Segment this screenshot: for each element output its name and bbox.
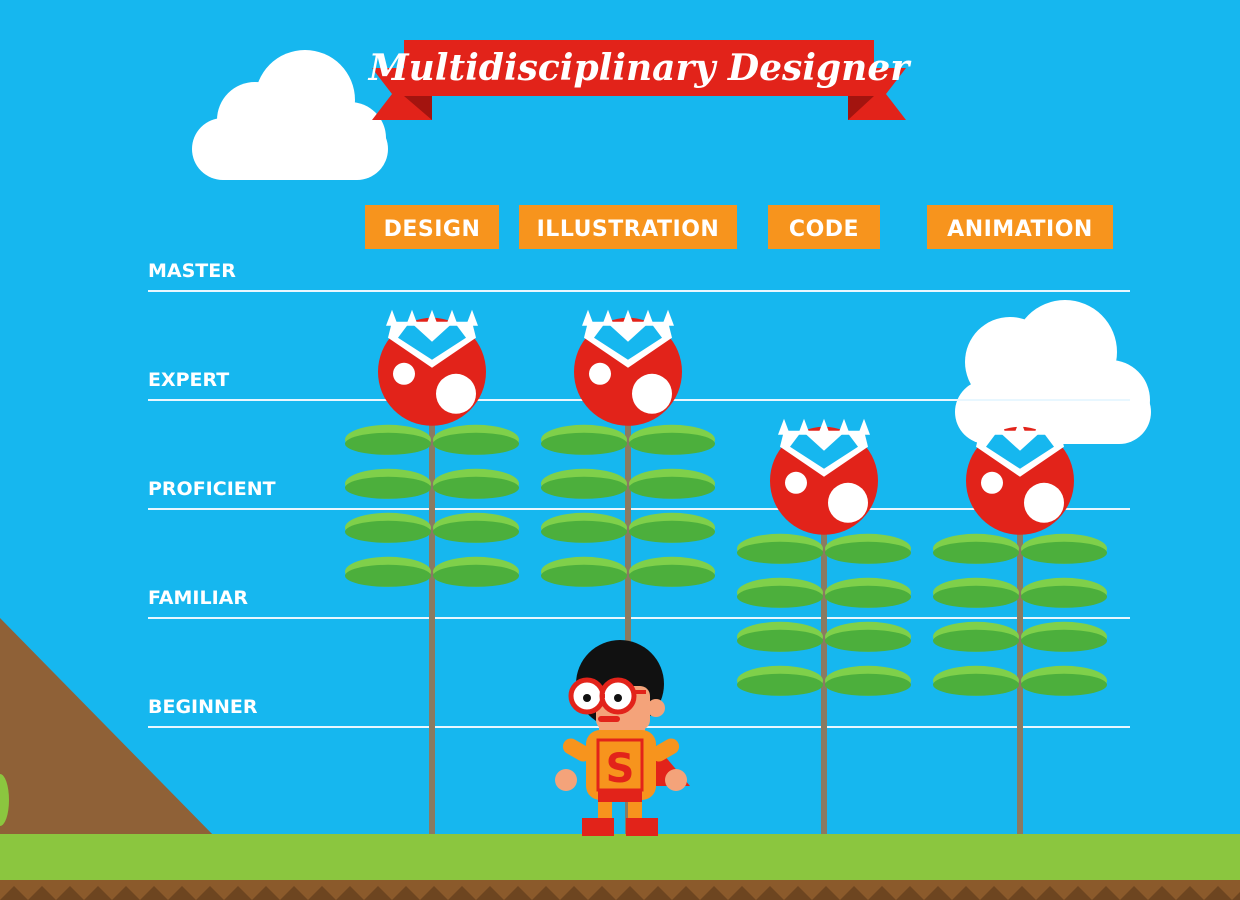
plant-leaf-shade: [1021, 585, 1107, 608]
plant-tooth: [858, 418, 870, 435]
cloud-right: [955, 300, 1151, 444]
plant-animation: [933, 418, 1107, 834]
plant-leaf-shade: [541, 432, 627, 455]
plant-leaf-shade: [1021, 541, 1107, 564]
level-label-beginner: BEGINNER: [148, 696, 258, 718]
category-label: CODE: [789, 217, 859, 242]
plant-head: [966, 418, 1074, 535]
title-banner: Multidisciplinary Designer: [367, 40, 912, 120]
plant-leaf-shade: [737, 673, 823, 696]
plant-leaf-shade: [933, 585, 1019, 608]
plant-spot: [1024, 482, 1064, 523]
hero-character: S: [555, 640, 690, 836]
plant-leaf-shade: [345, 432, 431, 455]
hero-boot-left: [582, 818, 614, 836]
plant-code: [737, 418, 911, 834]
plant-spot: [632, 373, 672, 414]
plant-leaf-shade: [433, 564, 519, 587]
grass: [0, 834, 1240, 880]
plant-tooth: [818, 418, 830, 435]
plant-leaf-shade: [433, 520, 519, 543]
hero-emblem-letter: S: [606, 746, 635, 792]
plant-spot: [785, 471, 807, 494]
level-label-master: MASTER: [148, 260, 236, 282]
level-label-proficient: PROFICIENT: [148, 478, 276, 500]
plant-tooth: [622, 309, 634, 326]
cloud-top-left: [192, 50, 388, 180]
plant-tooth: [406, 309, 418, 326]
category-label: DESIGN: [384, 217, 481, 242]
plant-leaf-shade: [629, 476, 715, 499]
plant-tooth: [582, 309, 594, 326]
plant-tooth: [838, 418, 850, 435]
plant-leaf-shade: [345, 564, 431, 587]
plant-leaf-shade: [541, 564, 627, 587]
chart-title: Multidisciplinary Designer: [367, 47, 912, 89]
plant-head: [770, 418, 878, 535]
plant-tooth: [466, 309, 478, 326]
hero-boot-right: [626, 818, 658, 836]
plant-leaf-shade: [825, 541, 911, 564]
plant-leaf-shade: [345, 476, 431, 499]
plant-leaf-shade: [433, 476, 519, 499]
category-label: ILLUSTRATION: [537, 217, 720, 242]
plant-leaf-shade: [1021, 673, 1107, 696]
plant-leaf-shade: [737, 541, 823, 564]
infographic-stage: Multidisciplinary Designer BEGINNER FAMIL…: [0, 0, 1240, 900]
plant-head: [378, 309, 486, 426]
plant-design: [345, 309, 519, 834]
plant-head: [574, 309, 682, 426]
category-tag-animation: ANIMATION: [927, 205, 1113, 249]
plant-tooth: [446, 309, 458, 326]
plant-leaf-shade: [541, 520, 627, 543]
plant-spot: [828, 482, 868, 523]
plant-leaf-shade: [433, 432, 519, 455]
category-tag-illustration: ILLUSTRATION: [519, 205, 737, 249]
category-label: ANIMATION: [947, 217, 1093, 242]
level-label-expert: EXPERT: [148, 369, 229, 391]
plant-leaf-shade: [933, 629, 1019, 652]
hill: [0, 618, 218, 840]
plant-leaf-shade: [825, 673, 911, 696]
plant-tooth: [642, 309, 654, 326]
plant-tooth: [662, 309, 674, 326]
plant-leaf-shade: [737, 629, 823, 652]
plant-spot: [981, 471, 1003, 494]
plant-spot: [436, 373, 476, 414]
category-tag-code: CODE: [768, 205, 880, 249]
skill-chart: Multidisciplinary Designer BEGINNER FAMIL…: [0, 40, 1240, 900]
plant-leaf-shade: [825, 585, 911, 608]
plant-leaf-shade: [629, 520, 715, 543]
plant-leaf-shade: [629, 432, 715, 455]
plant-leaf-shade: [1021, 629, 1107, 652]
plant-leaf-shade: [541, 476, 627, 499]
plant-spot: [589, 362, 611, 385]
plant-leaf-shade: [933, 673, 1019, 696]
plant-leaf-shade: [933, 541, 1019, 564]
plant-tooth: [602, 309, 614, 326]
level-label-familiar: FAMILIAR: [148, 587, 248, 609]
plant-tooth: [798, 418, 810, 435]
category-labels: DESIGN ILLUSTRATION CODE ANIMATION: [365, 205, 1113, 249]
plant-leaf-shade: [737, 585, 823, 608]
plant-tooth: [426, 309, 438, 326]
plant-leaf-shade: [629, 564, 715, 587]
plant-tooth: [778, 418, 790, 435]
plant-tooth: [386, 309, 398, 326]
plant-leaf-shade: [825, 629, 911, 652]
plant-leaf-shade: [345, 520, 431, 543]
plant-spot: [393, 362, 415, 385]
category-tag-design: DESIGN: [365, 205, 499, 249]
